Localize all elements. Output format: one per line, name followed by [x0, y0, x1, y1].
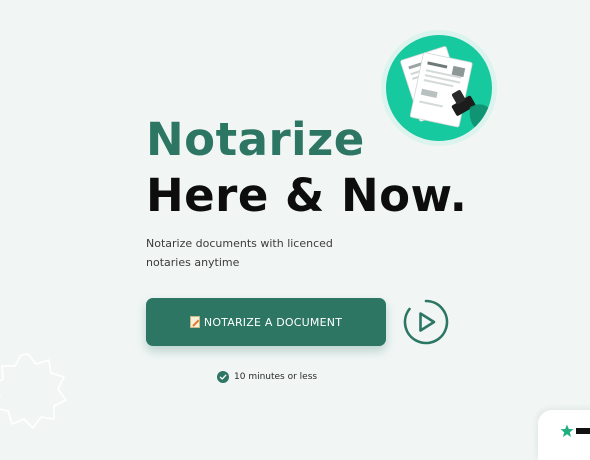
corner-widget[interactable] — [538, 410, 590, 460]
notarize-document-button[interactable]: NOTARIZE A DOCUMENT — [146, 298, 386, 346]
hero-title-line2: Here & Now. — [146, 169, 468, 222]
hero-subtitle: Notarize documents with licenced notarie… — [146, 237, 333, 269]
badge-outline-icon — [0, 353, 67, 429]
corner-widget-mark — [576, 428, 590, 434]
play-icon[interactable] — [402, 298, 450, 346]
memo-icon — [189, 316, 200, 328]
time-note-text: 10 minutes or less — [234, 372, 318, 382]
hero-title-line1: Notarize — [146, 113, 365, 166]
notarize-document-button-label: NOTARIZE A DOCUMENT — [203, 315, 343, 329]
time-note: 10 minutes or less — [217, 371, 317, 383]
documents-stamp-illustration — [386, 35, 492, 141]
check-circle-icon — [217, 371, 229, 383]
star-icon — [560, 424, 574, 437]
